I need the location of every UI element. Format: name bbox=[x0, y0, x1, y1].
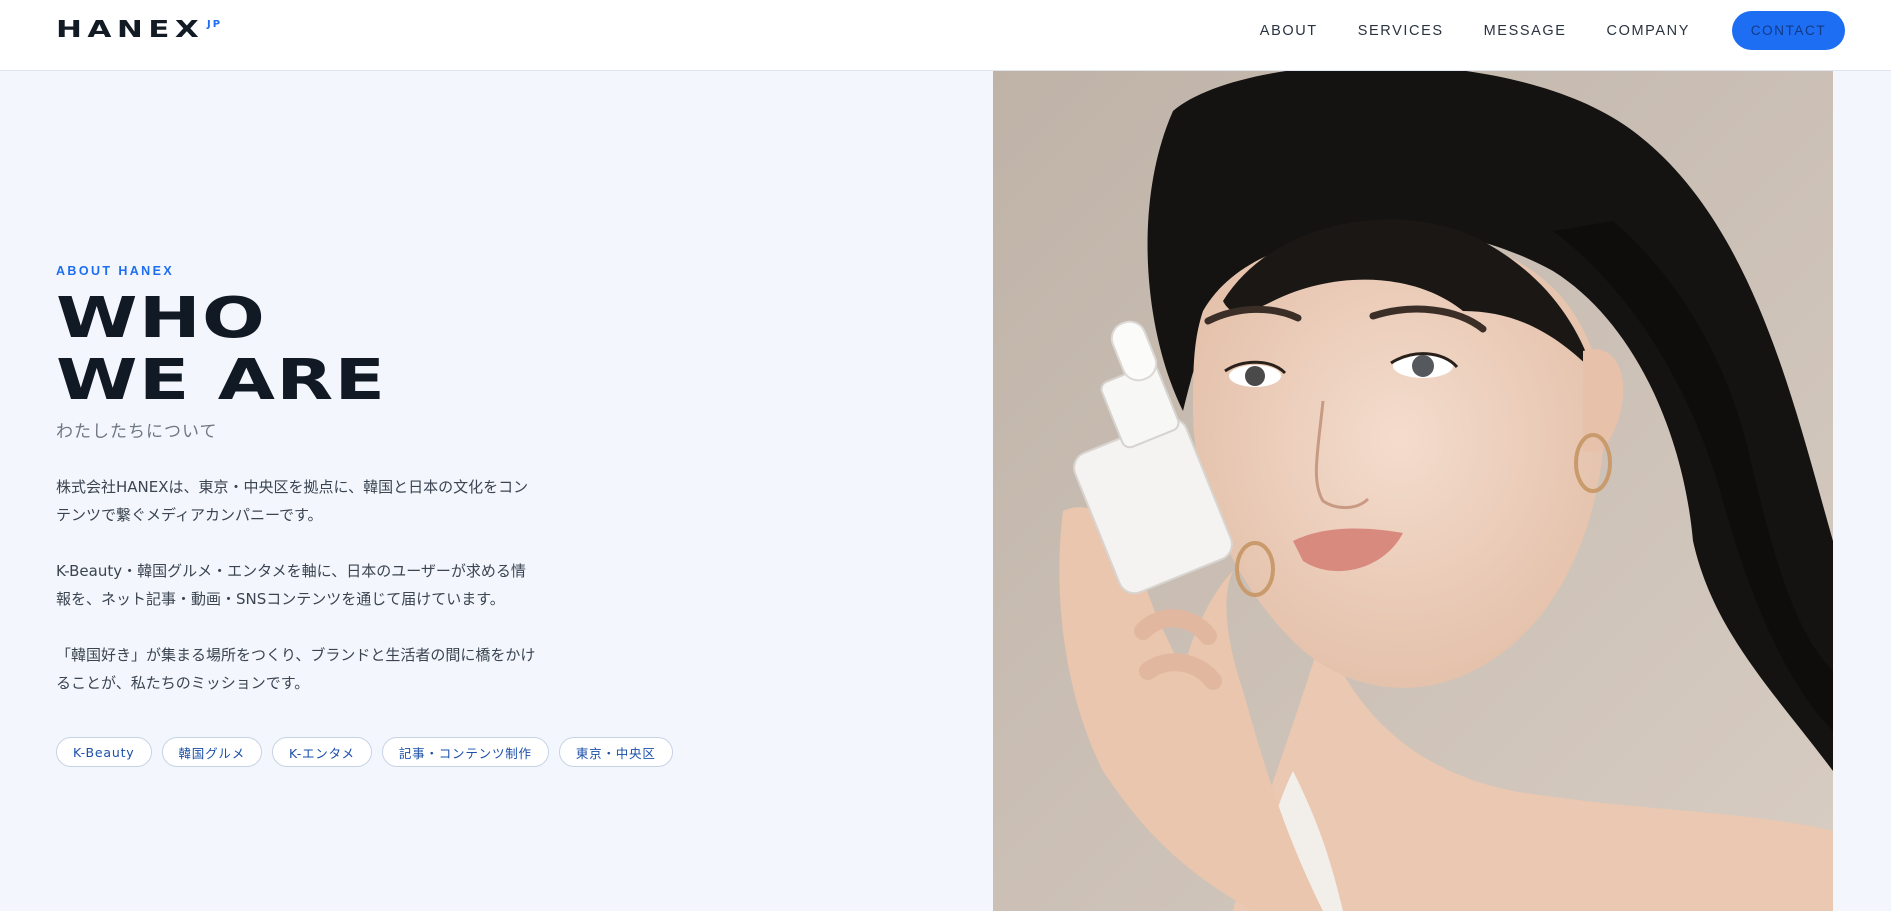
site-header: HANEX JP ABOUT SERVICES MESSAGE COMPANY … bbox=[0, 0, 1891, 71]
nav-company[interactable]: COMPANY bbox=[1607, 23, 1690, 39]
site-logo[interactable]: HANEX JP bbox=[56, 18, 220, 42]
intro-paragraph-2: K-Beauty・韓国グルメ・エンタメを軸に、日本のユーザーが求める情報を、ネッ… bbox=[56, 562, 526, 608]
contact-button[interactable]: CONTACT bbox=[1732, 11, 1845, 50]
section-subtitle: わたしたちについて bbox=[56, 422, 218, 442]
nav-about[interactable]: ABOUT bbox=[1260, 23, 1318, 39]
headline-line-1: WHO bbox=[56, 286, 267, 351]
intro-paragraph-1: 株式会社HANEXは、東京・中央区を拠点に、韓国と日本の文化をコンテンツで繋ぐメ… bbox=[56, 478, 529, 524]
headline-line-2: WE ARE bbox=[56, 348, 387, 413]
section-headline: WHO WE ARE bbox=[56, 288, 386, 412]
tag-k-beauty: K-Beauty bbox=[56, 737, 152, 767]
logo-region-mark: JP bbox=[207, 19, 223, 30]
tag-k-entertainment: K-エンタメ bbox=[272, 737, 372, 767]
main-nav: ABOUT SERVICES MESSAGE COMPANY CONTACT bbox=[1260, 11, 1845, 50]
intro-paragraph-3: 「韓国好き」が集まる場所をつくり、ブランドと生活者の間に橋をかけることが、私たち… bbox=[56, 646, 536, 692]
hero-photo bbox=[993, 71, 1833, 911]
portrait-illustration bbox=[993, 71, 1833, 911]
tag-korean-gourmet: 韓国グルメ bbox=[161, 737, 263, 767]
section-eyebrow: ABOUT HANEX bbox=[56, 264, 175, 278]
tag-content-production: 記事・コンテンツ制作 bbox=[381, 737, 549, 767]
logo-wordmark: HANEX bbox=[56, 17, 205, 43]
nav-services[interactable]: SERVICES bbox=[1358, 23, 1444, 39]
nav-message[interactable]: MESSAGE bbox=[1484, 23, 1567, 39]
tag-tokyo-chuo: 東京・中央区 bbox=[558, 737, 673, 767]
tag-list: K-Beauty 韓国グルメ K-エンタメ 記事・コンテンツ制作 東京・中央区 bbox=[56, 737, 683, 767]
